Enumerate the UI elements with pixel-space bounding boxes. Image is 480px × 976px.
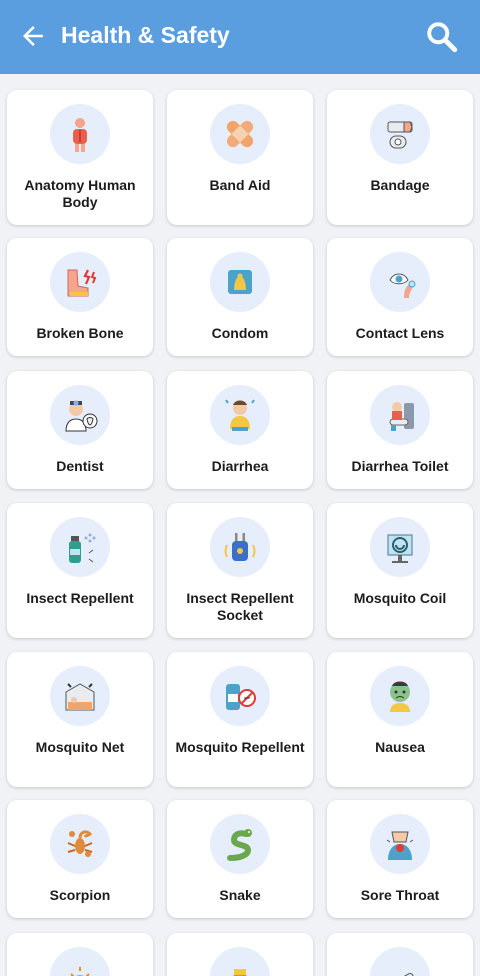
anatomy-icon: [50, 104, 110, 164]
diarrhea-icon: [210, 385, 270, 445]
category-card[interactable]: Scorpion: [7, 800, 153, 918]
category-label: Insect Repellent Socket: [186, 590, 294, 623]
category-label: Mosquito Coil: [353, 590, 447, 606]
category-card[interactable]: Nausea: [327, 652, 473, 787]
category-card[interactable]: Diarrhea Toilet: [327, 371, 473, 489]
category-card[interactable]: [167, 933, 313, 976]
category-grid: Anatomy Human Body Band Aid Bandage Broken …: [0, 0, 480, 976]
category-label: Snake: [219, 887, 261, 903]
search-icon[interactable]: [424, 19, 460, 55]
diarrhea-toilet-icon: [370, 385, 430, 445]
category-card[interactable]: Anatomy Human Body: [7, 90, 153, 225]
mosquito-coil-icon: [370, 517, 430, 577]
scorpion-icon: [50, 814, 110, 874]
dentist-icon: [50, 385, 110, 445]
mosquito-repellent-icon: [210, 666, 270, 726]
medicine-icon: [210, 947, 270, 976]
category-card[interactable]: Insect Repellent Socket: [167, 503, 313, 638]
category-card[interactable]: Insect Repellent: [7, 503, 153, 638]
category-card[interactable]: [7, 933, 153, 976]
category-label: Band Aid: [209, 177, 271, 193]
category-label: Mosquito Repellent: [175, 739, 305, 755]
category-card[interactable]: Diarrhea: [167, 371, 313, 489]
category-card[interactable]: Bandage: [327, 90, 473, 225]
contact-lens-icon: [370, 252, 430, 312]
category-label: Mosquito Net: [35, 739, 125, 755]
category-card[interactable]: Sore Throat: [327, 800, 473, 918]
page-title: Health & Safety: [61, 22, 230, 48]
category-card[interactable]: Mosquito Net: [7, 652, 153, 787]
category-label: Scorpion: [49, 887, 111, 903]
category-card[interactable]: Condom: [167, 238, 313, 356]
back-arrow-icon[interactable]: [18, 21, 48, 51]
sun-icon: [50, 947, 110, 976]
snake-icon: [210, 814, 270, 874]
band-aid-icon: [210, 104, 270, 164]
category-card[interactable]: Contact Lens: [327, 238, 473, 356]
nausea-icon: [370, 666, 430, 726]
sore-throat-icon: [370, 814, 430, 874]
broken-bone-icon: [50, 252, 110, 312]
insect-repellent-icon: [50, 517, 110, 577]
category-label: Condom: [211, 325, 269, 341]
category-card[interactable]: Broken Bone: [7, 238, 153, 356]
category-label: Sore Throat: [360, 887, 440, 903]
category-label: Diarrhea Toilet: [351, 458, 449, 474]
category-label: Insect Repellent: [26, 590, 134, 606]
category-label: Dentist: [56, 458, 104, 474]
category-card[interactable]: [327, 933, 473, 976]
thermometer-icon: [370, 947, 430, 976]
bandage-icon: [370, 104, 430, 164]
category-card[interactable]: Band Aid: [167, 90, 313, 225]
category-card[interactable]: Snake: [167, 800, 313, 918]
category-label: Anatomy Human Body: [24, 177, 136, 210]
category-label: Bandage: [370, 177, 430, 193]
category-card[interactable]: Mosquito Coil: [327, 503, 473, 638]
category-card[interactable]: Dentist: [7, 371, 153, 489]
category-label: Nausea: [375, 739, 425, 755]
category-label: Contact Lens: [355, 325, 445, 341]
category-label: Diarrhea: [211, 458, 269, 474]
category-label: Broken Bone: [36, 325, 124, 341]
condom-icon: [210, 252, 270, 312]
insect-repellent-socket-icon: [210, 517, 270, 577]
category-card[interactable]: Mosquito Repellent: [167, 652, 313, 787]
mosquito-net-icon: [50, 666, 110, 726]
app-bar: Health & Safety: [0, 0, 480, 74]
